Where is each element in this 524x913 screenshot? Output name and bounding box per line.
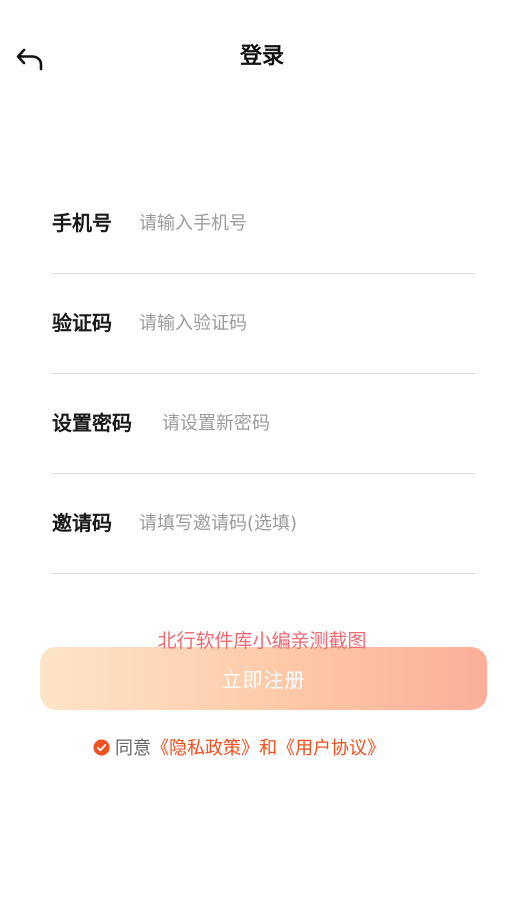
password-label: 设置密码 xyxy=(52,411,132,435)
page-title: 登录 xyxy=(239,44,284,69)
invite-code-label: 邀请码 xyxy=(52,511,112,535)
phone-input[interactable] xyxy=(139,206,439,240)
privacy-policy-link[interactable]: 《隐私政策》 xyxy=(151,734,259,760)
verify-code-input[interactable] xyxy=(139,306,439,340)
check-circle-icon[interactable] xyxy=(93,738,110,756)
phone-field-row: 手机号 xyxy=(51,174,476,274)
register-button-label: 立即注册 xyxy=(221,668,306,692)
phone-label: 手机号 xyxy=(52,211,112,235)
conjunction-text: 和 xyxy=(259,738,277,759)
password-input[interactable] xyxy=(162,406,462,440)
password-field-row: 设置密码 xyxy=(51,374,476,474)
agreement-row: 同意 《隐私政策》 和 《用户协议》 xyxy=(93,733,385,761)
user-agreement-link[interactable]: 《用户协议》 xyxy=(277,734,385,760)
agree-text: 同意 xyxy=(115,738,151,759)
header: 登录 xyxy=(0,0,524,116)
invite-code-field-row: 邀请码 xyxy=(51,474,476,574)
register-button[interactable]: 立即注册 xyxy=(40,647,487,710)
verify-code-field-row: 验证码 xyxy=(51,274,476,374)
verify-code-label: 验证码 xyxy=(52,311,112,335)
register-form: 手机号 验证码 设置密码 邀请码 xyxy=(51,174,476,574)
invite-code-input[interactable] xyxy=(139,506,439,540)
